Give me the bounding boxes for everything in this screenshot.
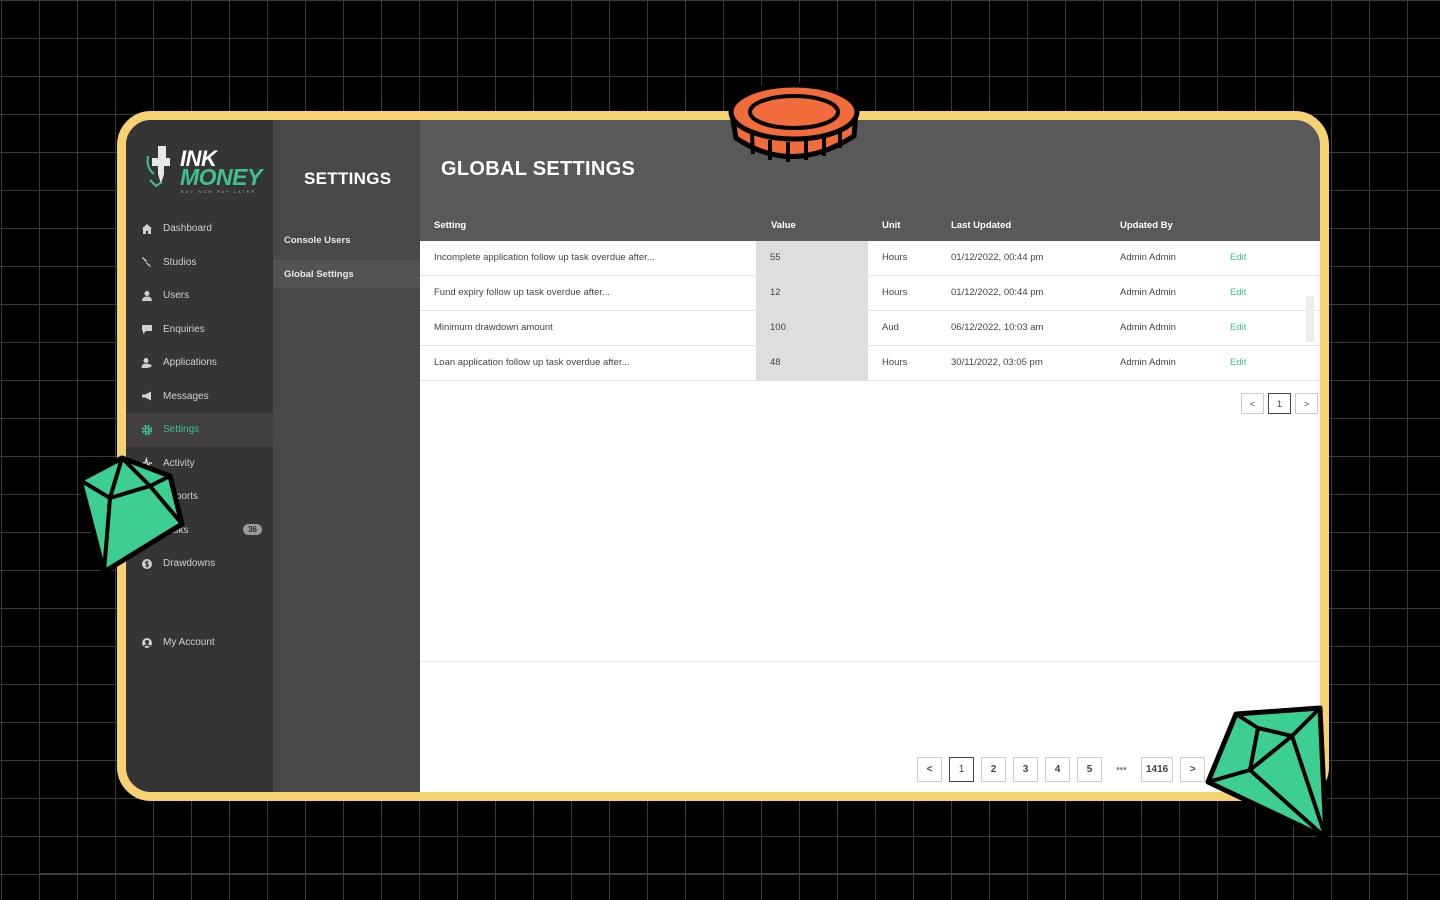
nav-item-dashboard[interactable]: Dashboard	[126, 212, 273, 246]
table-pagination: < 1 >	[1241, 393, 1318, 414]
edit-link[interactable]: Edit	[1230, 346, 1246, 380]
admin-app: INK MONEY BUY NOW PAY LATER Dashboard St…	[126, 120, 1320, 792]
setting-unit: Hours	[882, 357, 908, 368]
edit-link[interactable]: Edit	[1230, 311, 1246, 345]
tattoo-machine-icon	[140, 255, 154, 269]
home-icon	[140, 222, 154, 236]
last-updated: 01/12/2022, 00:44 pm	[951, 287, 1044, 298]
prev-page-button[interactable]: <	[917, 757, 942, 782]
nav-item-my-account[interactable]: My Account	[126, 626, 273, 660]
nav-account: My Account	[126, 626, 273, 660]
setting-value: 100	[756, 311, 868, 345]
setting-name: Loan application follow up task overdue …	[434, 357, 630, 368]
nav-item-applications[interactable]: Applications	[126, 346, 273, 380]
subnav-item-global-settings[interactable]: Global Settings	[273, 260, 420, 288]
page-button-1[interactable]: 1	[949, 757, 974, 782]
setting-name: Fund expiry follow up task overdue after…	[434, 287, 610, 298]
updated-by: Admin Admin	[1120, 322, 1176, 333]
setting-name: Incomplete application follow up task ov…	[434, 252, 655, 263]
setting-value: 55	[756, 241, 868, 275]
last-updated: 06/12/2022, 10:03 am	[951, 322, 1044, 333]
page-button-3[interactable]: 3	[1013, 757, 1038, 782]
nav-item-label: Messages	[163, 390, 209, 402]
main-content: GLOBAL SETTINGS Setting Value Unit Last …	[420, 120, 1320, 792]
edit-link[interactable]: Edit	[1230, 241, 1246, 275]
pagination-ellipsis: •••	[1109, 757, 1134, 782]
subnav-item-label: Console Users	[284, 234, 351, 246]
setting-unit: Aud	[882, 322, 899, 333]
table-row[interactable]: Incomplete application follow up task ov…	[420, 241, 1320, 276]
nav-item-settings[interactable]: Settings	[126, 413, 273, 447]
column-header-setting[interactable]: Setting	[434, 210, 466, 241]
nav-item-label: My Account	[163, 637, 215, 649]
ink-money-logo[interactable]: INK MONEY BUY NOW PAY LATER	[144, 144, 262, 196]
gem-illustration	[1205, 705, 1329, 841]
table-scrollbar[interactable]	[1306, 296, 1314, 342]
gear-icon	[140, 423, 154, 437]
table-header: Setting Value Unit Last Updated Updated …	[420, 210, 1320, 241]
setting-unit: Hours	[882, 287, 908, 298]
app-frame: INK MONEY BUY NOW PAY LATER Dashboard St…	[117, 111, 1329, 801]
column-header-value[interactable]: Value	[771, 210, 796, 241]
nav-item-studios[interactable]: Studios	[126, 246, 273, 280]
setting-value: 12	[756, 276, 868, 310]
divider	[420, 661, 1320, 662]
updated-by: Admin Admin	[1120, 252, 1176, 263]
subnav-item-label: Global Settings	[284, 268, 354, 280]
pagination: < 1 2 3 4 5 ••• 1416 >	[917, 757, 1206, 782]
tasks-count-badge: 36	[243, 523, 262, 535]
nav-item-label: Applications	[163, 357, 217, 369]
setting-value: 48	[756, 346, 868, 380]
table-page-button-current[interactable]: 1	[1268, 393, 1291, 414]
page-button-last[interactable]: 1416	[1141, 757, 1174, 782]
megaphone-icon	[140, 389, 154, 403]
logo-tagline: BUY NOW PAY LATER	[181, 189, 257, 194]
column-header-unit[interactable]: Unit	[882, 210, 900, 241]
table-row[interactable]: Loan application follow up task overdue …	[420, 346, 1320, 381]
nav-item-label: Users	[163, 290, 190, 302]
tattoo-machine-icon	[146, 146, 170, 188]
nav-item-label: Dashboard	[163, 223, 212, 235]
user-icon	[140, 289, 154, 303]
column-header-last-updated[interactable]: Last Updated	[951, 210, 1011, 241]
last-updated: 30/11/2022, 03:05 pm	[951, 357, 1043, 368]
page-header: GLOBAL SETTINGS Setting Value Unit Last …	[420, 120, 1320, 241]
subnav-title: SETTINGS	[304, 169, 392, 188]
setting-name: Minimum drawdown amount	[434, 322, 553, 333]
subnav-item-console-users[interactable]: Console Users	[273, 226, 420, 254]
settings-table-body: Incomplete application follow up task ov…	[420, 241, 1320, 381]
table-prev-page-button[interactable]: <	[1241, 393, 1264, 414]
account-icon	[140, 636, 154, 650]
page-button-2[interactable]: 2	[981, 757, 1006, 782]
setting-unit: Hours	[882, 252, 908, 263]
coin-illustration	[728, 82, 860, 162]
page-button-4[interactable]: 4	[1045, 757, 1070, 782]
nav-item-label: Settings	[163, 424, 200, 436]
updated-by: Admin Admin	[1120, 287, 1176, 298]
page-title: GLOBAL SETTINGS	[441, 158, 636, 180]
nav-item-label: Enquiries	[163, 323, 205, 335]
nav-item-label: Studios	[163, 256, 197, 268]
page-button-5[interactable]: 5	[1077, 757, 1102, 782]
column-header-updated-by[interactable]: Updated By	[1120, 210, 1173, 241]
nav-item-users[interactable]: Users	[126, 279, 273, 313]
logo-money-text: MONEY	[180, 164, 262, 190]
nav-item-messages[interactable]: Messages	[126, 380, 273, 414]
table-row[interactable]: Fund expiry follow up task overdue after…	[420, 276, 1320, 311]
updated-by: Admin Admin	[1120, 357, 1176, 368]
table-row[interactable]: Minimum drawdown amount 100 Aud 06/12/20…	[420, 311, 1320, 346]
user-edit-icon	[140, 356, 154, 370]
nav-item-enquiries[interactable]: Enquiries	[126, 313, 273, 347]
edit-link[interactable]: Edit	[1230, 276, 1246, 310]
gem-illustration	[77, 455, 185, 575]
chat-icon	[140, 322, 154, 336]
table-next-page-button[interactable]: >	[1295, 393, 1318, 414]
settings-subnav: SETTINGS Console Users Global Settings	[273, 120, 420, 792]
last-updated: 01/12/2022, 00:44 pm	[951, 252, 1044, 263]
